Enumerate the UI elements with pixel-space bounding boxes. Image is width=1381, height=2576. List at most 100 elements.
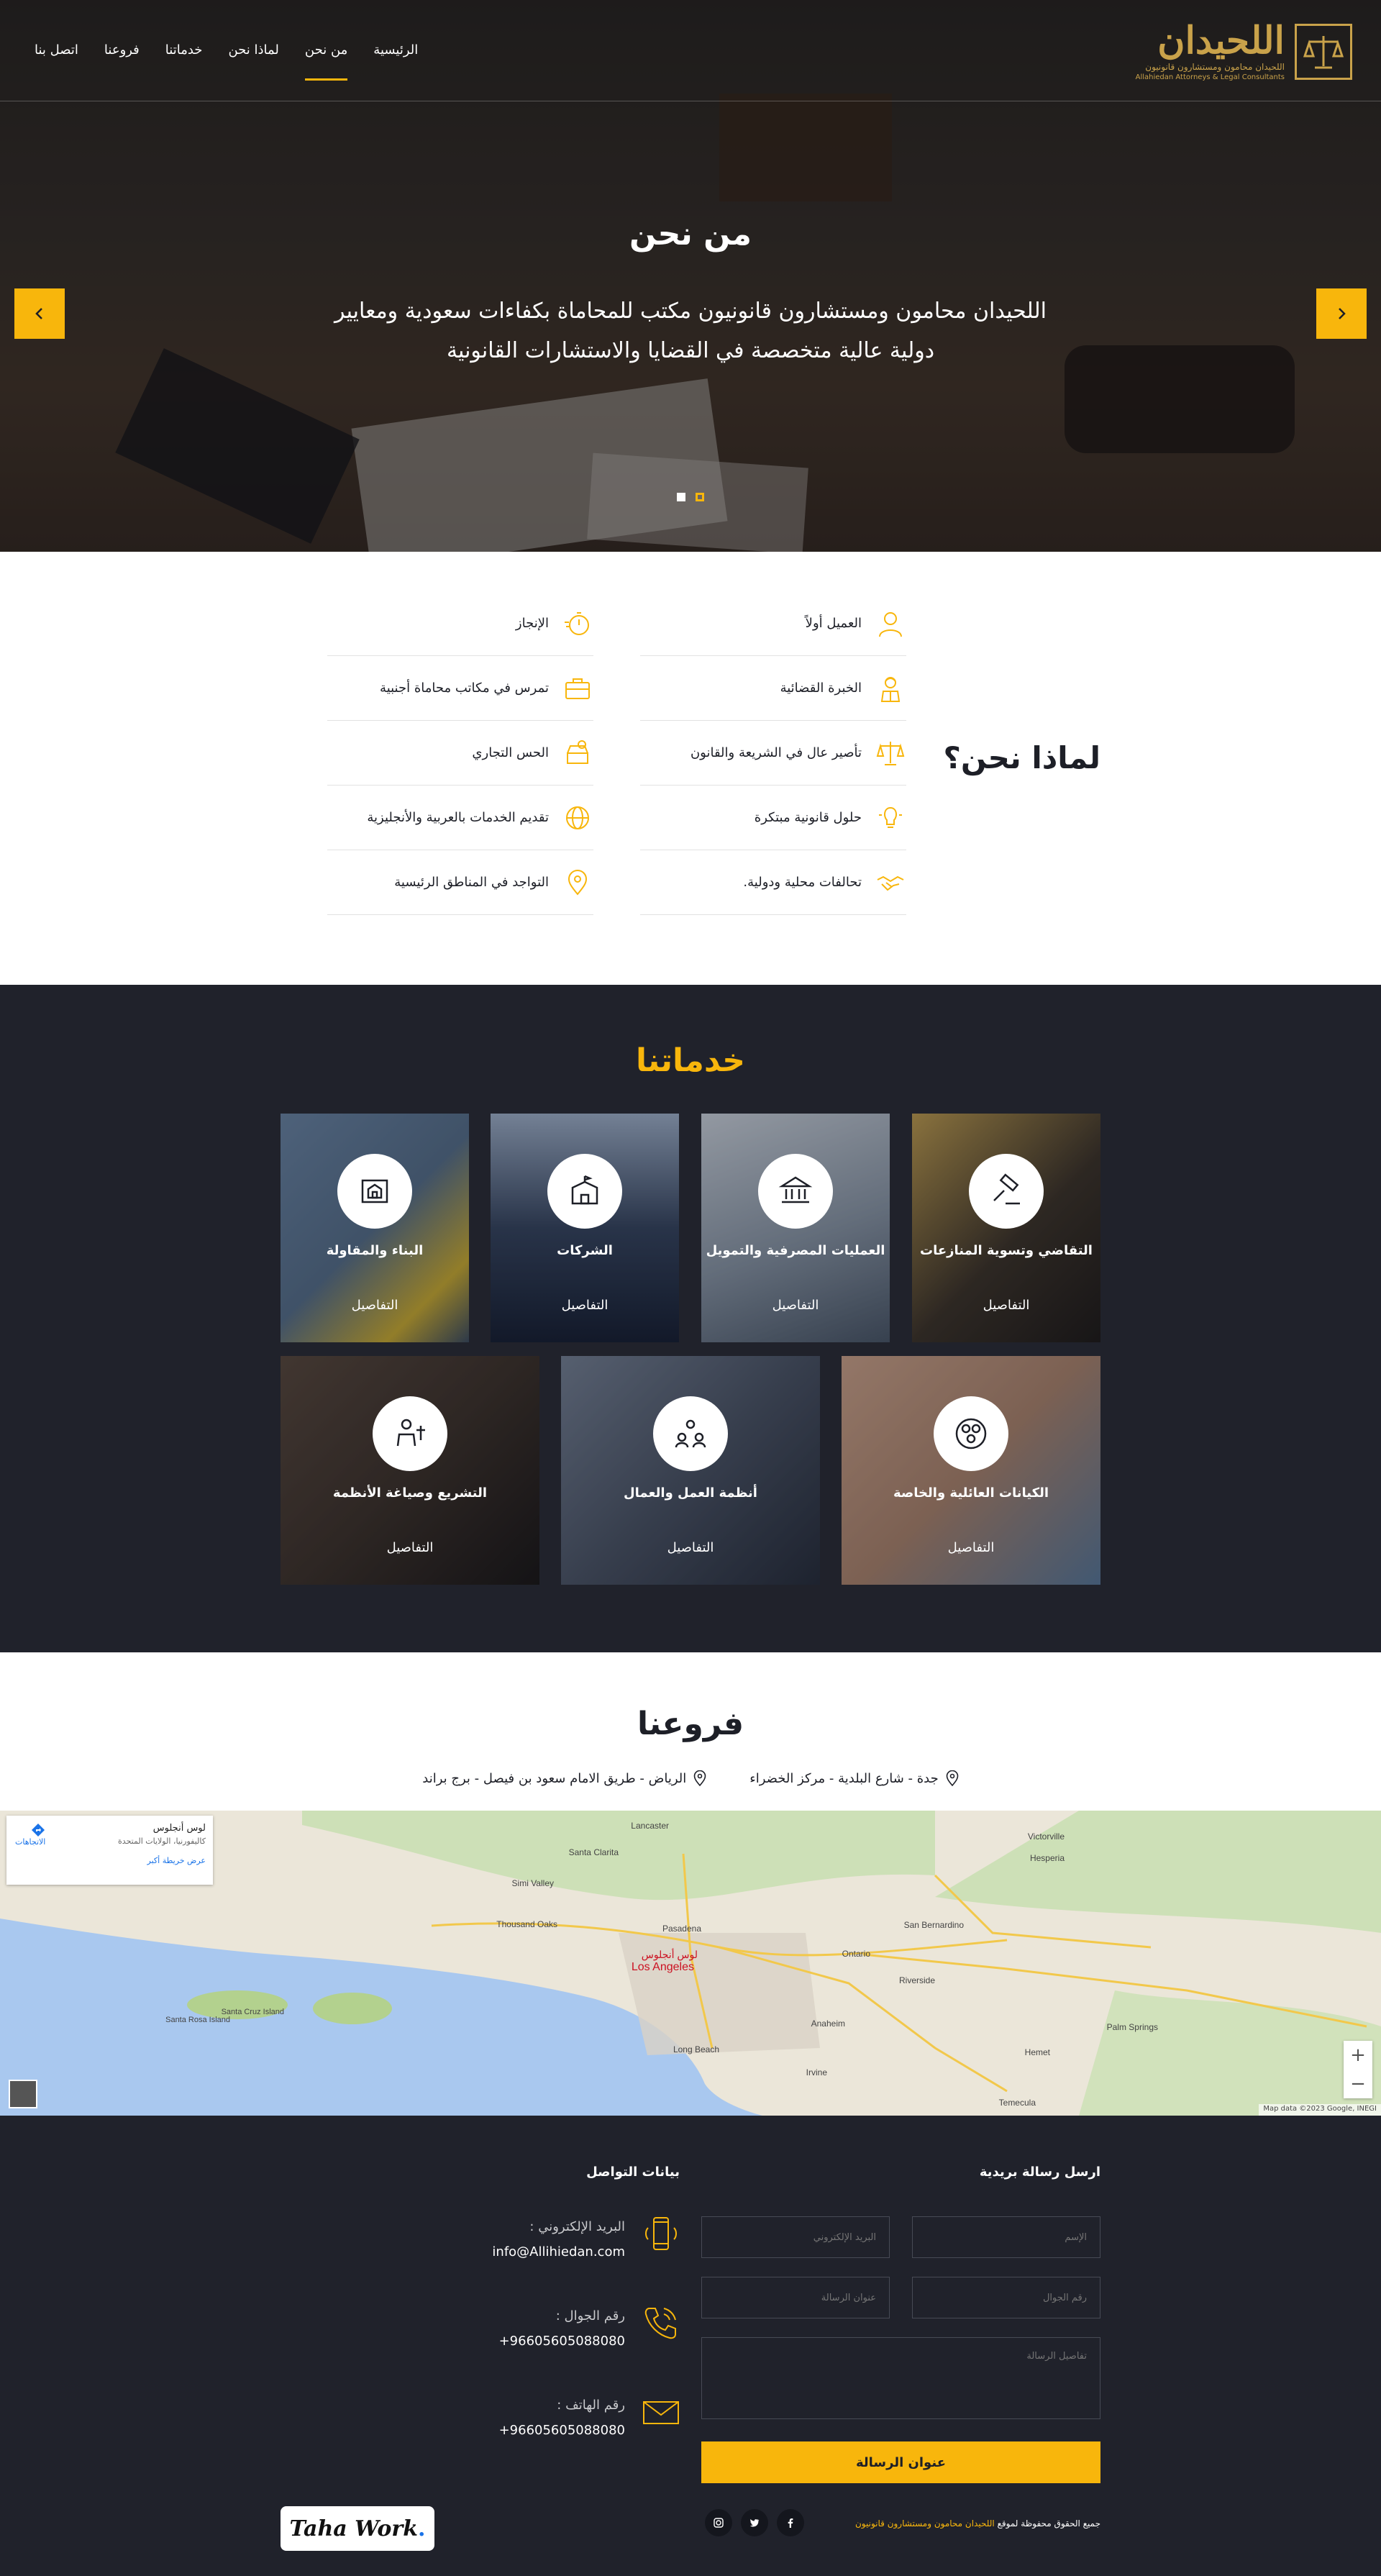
map-zoom-controls: + − — [1344, 2041, 1372, 2098]
hero-text: اللحيدان محامون ومستشارون قانونيون مكتب … — [334, 299, 1047, 363]
map-label: Long Beach — [673, 2044, 719, 2054]
map-label: Santa Rosa Island — [165, 2016, 230, 2024]
map-label: San Bernardino — [904, 1920, 965, 1930]
map-label: Pasadena — [662, 1924, 701, 1934]
map-label: Anaheim — [811, 2019, 845, 2029]
gavel-icon — [969, 1154, 1044, 1229]
site-header: اللحيدان اللحيدان محامون ومستشارون قانون… — [0, 0, 1381, 101]
nav-about[interactable]: من نحن — [304, 37, 348, 81]
phone-icon — [644, 2308, 676, 2339]
lightbulb-icon — [875, 802, 906, 834]
why-item: الإنجاز — [327, 591, 593, 656]
map-label: Temecula — [999, 2098, 1036, 2108]
service-title: التشريع وصياغة الأنظمة — [332, 1485, 488, 1501]
zoom-out-button[interactable]: − — [1344, 2070, 1372, 2098]
why-item: التواجد في المناطق الرئيسية — [327, 850, 593, 915]
service-card-family[interactable]: الكيانات العائلية والخاصة التفاصيل — [842, 1356, 1100, 1585]
map-directions-label: الاتجاهات — [15, 1837, 46, 1847]
map-pin-icon — [562, 867, 593, 898]
logo-brand: اللحيدان — [1157, 19, 1285, 63]
map-satellite-toggle[interactable] — [9, 2080, 37, 2108]
name-input[interactable] — [912, 2216, 1100, 2258]
branches-section: فروعنا جدة - شارع البلدية - مركز الخضراء… — [0, 1652, 1381, 1811]
logo-tagline-ar: اللحيدان محامون ومستشارون قانونيون — [1145, 62, 1285, 72]
nav-why-us[interactable]: لماذا نحن — [228, 37, 278, 63]
branch-item: الرياض - طريق الامام سعود بن فيصل - برج … — [422, 1770, 706, 1786]
service-details-link[interactable]: التفاصيل — [912, 1298, 1100, 1313]
map-label: Victorville — [1028, 1831, 1065, 1842]
map-embed[interactable]: Santa Clarita Thousand Oaks Pasadena Los… — [0, 1811, 1381, 2116]
services-section: خدماتنا التقاضي وتسوية المنازعات التفاصي… — [0, 985, 1381, 1652]
map-label: Palm Springs — [1107, 2022, 1158, 2032]
badge-dot: . — [417, 2516, 426, 2541]
service-card-labor[interactable]: أنظمة العمل والعمال التفاصيل — [561, 1356, 820, 1585]
social-links — [705, 2509, 804, 2536]
form-title: ارسل رسالة بريدية — [979, 2165, 1100, 2180]
email-input[interactable] — [701, 2216, 890, 2258]
slider-dots — [677, 493, 704, 501]
site-footer: ارسل رسالة بريدية عنوان الرسالة بيانات ا… — [0, 2116, 1381, 2576]
service-card-construction[interactable]: البناء والمقاولة التفاصيل — [281, 1114, 469, 1342]
service-details-link[interactable]: التفاصيل — [491, 1298, 679, 1313]
submit-button[interactable]: عنوان الرسالة — [701, 2441, 1100, 2483]
contact-value[interactable]: +96605605088080 — [499, 2334, 625, 2349]
service-title: أنظمة العمل والعمال — [624, 1485, 757, 1501]
contact-label: البريد الإلكتروني : — [529, 2219, 625, 2234]
contact-value[interactable]: +96605605088080 — [499, 2423, 625, 2438]
branch-address: جدة - شارع البلدية - مركز الخضراء — [749, 1770, 939, 1786]
service-card-banking[interactable]: العمليات المصرفية والتمويل التفاصيل — [701, 1114, 890, 1342]
why-item-label: العميل أولاً — [805, 616, 862, 631]
service-details-link[interactable]: التفاصيل — [281, 1298, 469, 1313]
service-details-link[interactable]: التفاصيل — [281, 1540, 539, 1555]
briefcase-icon — [562, 673, 593, 704]
map-directions-button[interactable]: الاتجاهات — [15, 1823, 45, 1847]
scales-icon — [875, 737, 906, 769]
map-label: Ontario — [842, 1949, 871, 1959]
slider-next-button[interactable] — [1316, 288, 1367, 339]
service-card-companies[interactable]: الشركات التفاصيل — [491, 1114, 679, 1342]
why-item: حلول قانونية مبتكرة — [640, 786, 906, 850]
facebook-icon[interactable] — [777, 2509, 804, 2536]
service-details-link[interactable]: التفاصيل — [701, 1298, 890, 1313]
copyright: جميع الحقوق محفوظة لموقع اللحيدان محامون… — [855, 2518, 1100, 2529]
copyright-brand[interactable]: اللحيدان محامون ومستشارون قانونيون — [855, 2518, 995, 2529]
phone-input[interactable] — [912, 2277, 1100, 2318]
slider-prev-button[interactable] — [14, 288, 65, 339]
subject-input[interactable] — [701, 2277, 890, 2318]
why-item: تقديم الخدمات بالعربية والأنجليزية — [327, 786, 593, 850]
map-info-card: لوس أنجلوس كاليفورنيا، الولايات المتحدة … — [6, 1816, 213, 1885]
why-us-section: لماذا نحن؟ العميل أولاً الخبرة القضائية … — [0, 552, 1381, 985]
site-logo[interactable]: اللحيدان اللحيدان محامون ومستشارون قانون… — [1115, 19, 1352, 85]
team-icon — [653, 1396, 728, 1471]
why-item: تمرس في مكاتب محاماة أجنبية — [327, 656, 593, 721]
service-details-link[interactable]: التفاصيل — [842, 1540, 1100, 1555]
handshake-icon — [875, 867, 906, 898]
why-item-label: حلول قانونية مبتكرة — [754, 810, 862, 825]
chevron-left-icon — [35, 308, 42, 319]
contact-value[interactable]: info@Allihiedan.com — [492, 2244, 625, 2259]
why-item: الخبرة القضائية — [640, 656, 906, 721]
service-card-legislation[interactable]: التشريع وصياغة الأنظمة التفاصيل — [281, 1356, 539, 1585]
instagram-icon[interactable] — [705, 2509, 732, 2536]
building-icon — [547, 1154, 622, 1229]
service-details-link[interactable]: التفاصيل — [561, 1540, 820, 1555]
map-label: Irvine — [806, 2067, 828, 2077]
nav-services[interactable]: خدماتنا — [165, 37, 203, 63]
branch-address: الرياض - طريق الامام سعود بن فيصل - برج … — [422, 1770, 687, 1786]
slider-dot-active[interactable] — [696, 493, 704, 501]
contact-phone: رقم الهاتف : +96605605088080 — [499, 2393, 680, 2438]
twitter-icon[interactable] — [741, 2509, 768, 2536]
map-attribution: Map data ©2023 Google, INEGI — [1259, 2104, 1381, 2116]
service-card-litigation[interactable]: التقاضي وتسوية المنازعات التفاصيل — [912, 1114, 1100, 1342]
map-larger-link[interactable]: عرض خريطة أكبر — [14, 1856, 206, 1865]
taha-work-badge[interactable]: Taha Work. — [281, 2506, 434, 2551]
service-title: الشركات — [557, 1243, 613, 1258]
nav-home[interactable]: الرئيسية — [373, 37, 418, 63]
message-textarea[interactable] — [701, 2337, 1100, 2419]
slider-dot[interactable] — [677, 493, 685, 501]
map-pin-icon — [946, 1770, 959, 1786]
map-label: Lancaster — [631, 1821, 669, 1831]
nav-branches[interactable]: فروعنا — [104, 37, 140, 63]
nav-contact[interactable]: اتصل بنا — [35, 37, 78, 63]
zoom-in-button[interactable]: + — [1344, 2041, 1372, 2070]
